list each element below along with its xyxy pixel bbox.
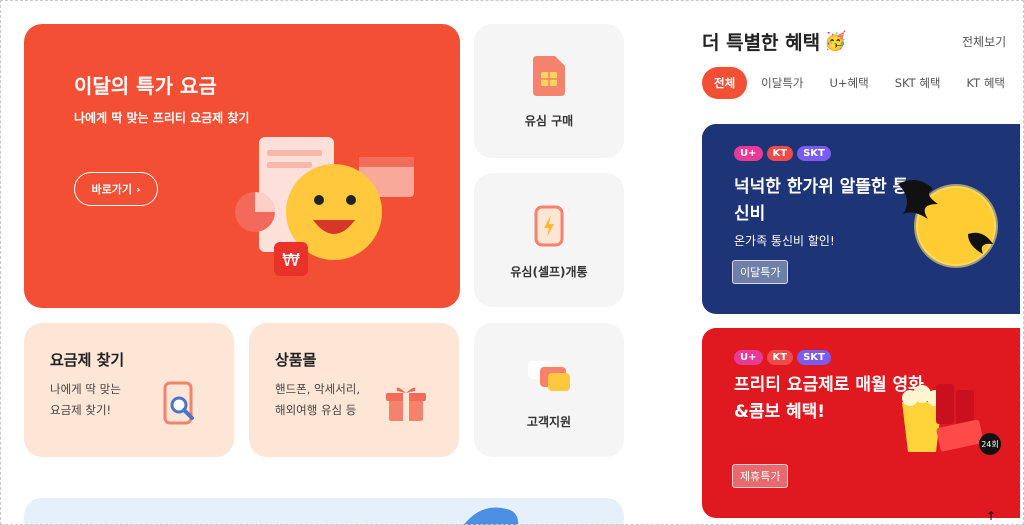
benefits-title: 더 특별한 혜택 🥳 bbox=[702, 28, 847, 55]
tab-kt[interactable]: KT 혜택 bbox=[955, 67, 1018, 99]
count-sticker: 24회 bbox=[981, 440, 999, 449]
shop-title: 상품몰 bbox=[275, 351, 317, 369]
promo-subtitle: 온가족 통신비 할인! bbox=[734, 234, 835, 248]
promo-card-movie[interactable]: U+ KT SKT 프리티 요금제로 매월 영화&콤보 혜택! 제휴특가 24회 bbox=[702, 328, 1020, 518]
phone-charge-icon bbox=[534, 205, 564, 247]
badge-uplus: U+ bbox=[734, 146, 763, 161]
badge-uplus: U+ bbox=[734, 350, 763, 365]
promo-card-chuseok[interactable]: U+ KT SKT 넉넉한 한가위 알뜰한 통신비 온가족 통신비 할인! 이달… bbox=[702, 124, 1020, 314]
go-button[interactable]: 바로가기 › bbox=[74, 172, 158, 206]
plan-finder-title: 요금제 찾기 bbox=[50, 351, 125, 369]
chevron-right-icon: › bbox=[135, 182, 141, 196]
bottom-banner[interactable] bbox=[24, 498, 624, 525]
blue-shape-icon bbox=[463, 507, 519, 525]
smiley-phone-illustration: ₩ bbox=[235, 137, 414, 276]
promo-title: 넉넉한 한가위 알뜰한 통신비 bbox=[734, 177, 909, 224]
usim-buy-label: 유심 구매 bbox=[524, 114, 574, 128]
plan-finder-desc: 나에게 딱 맞는 요금제 찾기! bbox=[50, 382, 121, 417]
tab-skt[interactable]: SKT 혜택 bbox=[883, 67, 953, 99]
phone-search-icon bbox=[163, 381, 194, 425]
usim-self-open-tile[interactable]: 유심(셀프)개통 bbox=[474, 173, 624, 307]
benefit-tabs: 전체 이달특가 U+혜택 SKT 혜택 KT 혜택 bbox=[702, 67, 1019, 99]
sim-card-icon bbox=[533, 56, 565, 96]
carrier-badges: U+ KT SKT bbox=[734, 146, 831, 161]
usim-buy-tile[interactable]: 유심 구매 bbox=[474, 24, 624, 158]
go-button-label: 바로가기 bbox=[91, 183, 132, 196]
badge-kt: KT bbox=[766, 146, 794, 161]
popcorn-combo-illustration: 24회 bbox=[902, 384, 1001, 455]
view-all-link[interactable]: 전체보기 bbox=[962, 33, 1006, 50]
mouse-cursor-icon: ↑ bbox=[986, 509, 997, 523]
carrier-badges: U+ KT SKT bbox=[734, 350, 831, 365]
customer-support-tile[interactable]: 고객지원 bbox=[474, 323, 624, 457]
tab-monthly-deal[interactable]: 이달특가 bbox=[749, 67, 815, 99]
badge-skt: SKT bbox=[797, 350, 831, 365]
shop-desc: 핸드폰, 악세서리, 해외여행 유심 등 bbox=[275, 382, 361, 417]
chat-bubble-icon bbox=[528, 361, 570, 391]
hero-title: 이달의 특가 요금 bbox=[74, 74, 217, 98]
customer-support-label: 고객지원 bbox=[526, 415, 572, 429]
promo-tag: 이달특가 bbox=[732, 260, 789, 284]
monthly-deal-banner[interactable]: 이달의 특가 요금 나에게 딱 맞는 프리티 요금제 찾기 바로가기 › ₩ bbox=[24, 24, 460, 308]
tab-all[interactable]: 전체 bbox=[702, 67, 748, 99]
full-moon-illustration bbox=[898, 180, 998, 268]
hero-subtitle: 나에게 딱 맞는 프리티 요금제 찾기 bbox=[74, 111, 250, 125]
promo-tag: 제휴특가 bbox=[732, 464, 789, 488]
shop-card[interactable]: 상품몰 핸드폰, 악세서리, 해외여행 유심 등 bbox=[249, 323, 459, 457]
promo-title: 프리티 요금제로 매월 영화&콤보 혜택! bbox=[734, 375, 924, 422]
won-badge-symbol: ₩ bbox=[282, 250, 300, 271]
benefits-title-text: 더 특별한 혜택 bbox=[702, 32, 821, 54]
gift-box-icon bbox=[386, 387, 426, 421]
tab-uplus[interactable]: U+혜택 bbox=[818, 67, 881, 99]
plan-finder-card[interactable]: 요금제 찾기 나에게 딱 맞는 요금제 찾기! bbox=[24, 323, 234, 457]
party-face-icon: 🥳 bbox=[824, 31, 847, 52]
badge-skt: SKT bbox=[797, 146, 831, 161]
badge-kt: KT bbox=[766, 350, 794, 365]
usim-self-open-label: 유심(셀프)개통 bbox=[510, 265, 588, 279]
